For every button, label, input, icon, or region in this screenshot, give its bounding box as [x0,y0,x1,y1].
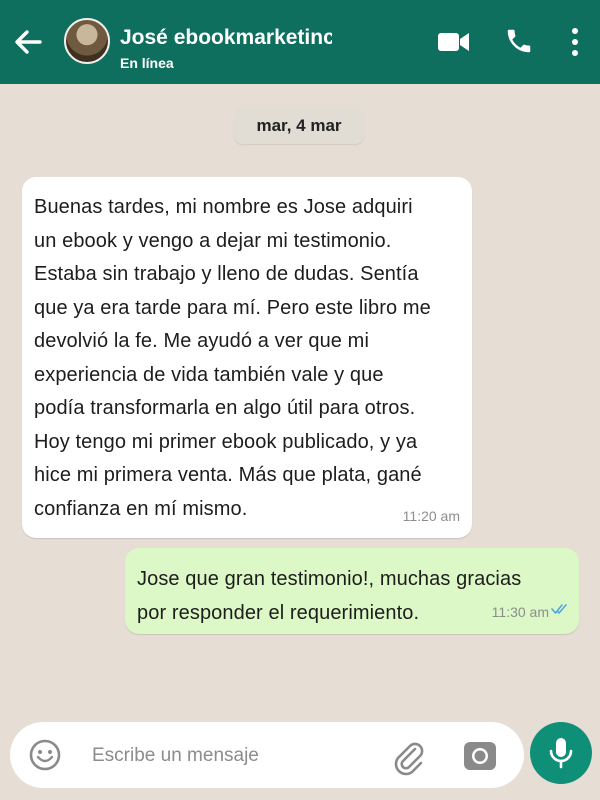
microphone-button[interactable] [530,722,592,784]
back-arrow-icon[interactable] [10,24,46,60]
incoming-message-bubble[interactable]: Buenas tardes, mi nombre es Jose adquiri… [22,177,472,538]
camera-icon[interactable] [461,737,499,780]
message-time: 11:30 am [491,604,549,620]
contact-status: En línea [120,55,174,71]
message-time: 11:20 am [402,508,460,524]
paperclip-icon[interactable] [388,736,428,781]
contact-name[interactable]: José ebookmarketinc [120,26,332,50]
date-separator: mar, 4 mar [234,108,364,144]
emoji-icon[interactable] [28,738,62,777]
read-ticks-icon [551,602,569,620]
microphone-icon [549,738,573,769]
message-text: Buenas tardes, mi nombre es Jose adquiri… [34,196,431,520]
more-options-icon[interactable] [568,26,582,63]
message-composer [10,722,524,788]
message-input[interactable] [90,738,354,774]
phone-icon[interactable] [504,26,534,61]
outgoing-message-bubble[interactable]: Jose que gran testimonio!, muchas gracia… [125,548,579,634]
avatar[interactable] [64,18,110,64]
chat-header: José ebookmarketinc En línea [0,0,600,84]
video-call-icon[interactable] [436,28,472,61]
